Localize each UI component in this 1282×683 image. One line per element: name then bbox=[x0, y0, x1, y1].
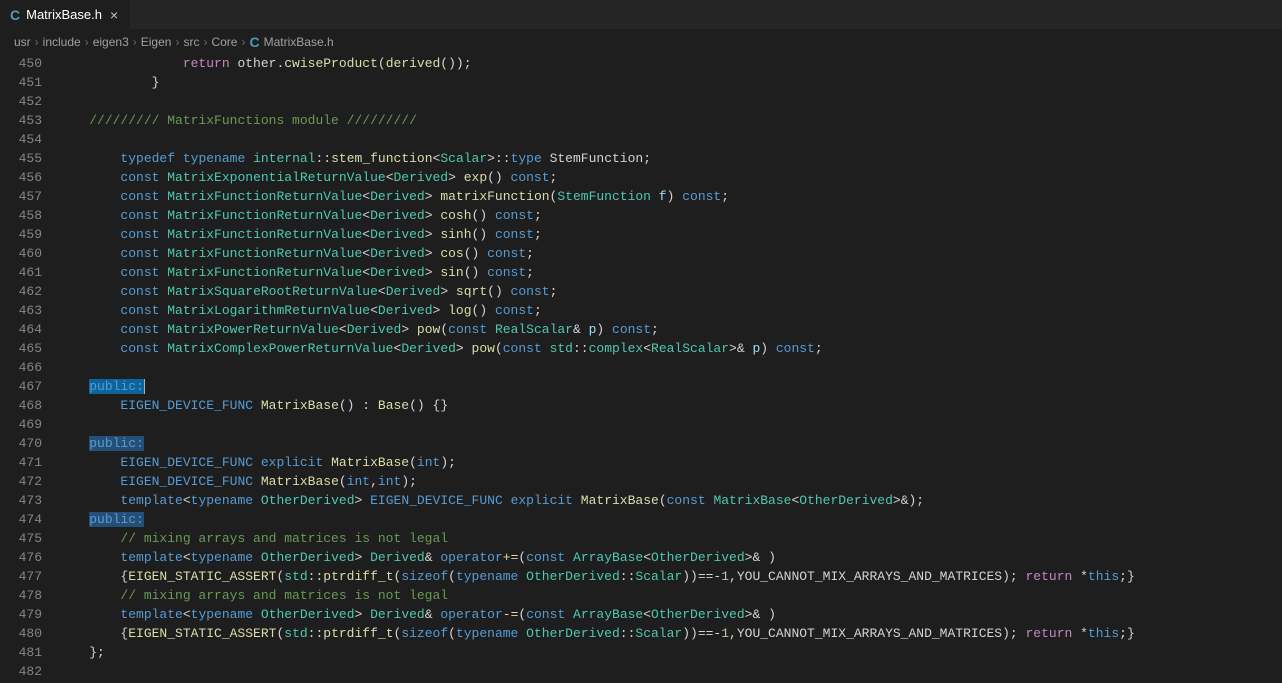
chevron-right-icon: › bbox=[85, 35, 89, 49]
code-editor[interactable]: 4504514524534544554564574584594604614624… bbox=[0, 54, 1282, 683]
code-content[interactable]: return other.cwiseProduct(derived()); } … bbox=[58, 54, 1282, 683]
tab-bar: C MatrixBase.h × bbox=[0, 0, 1282, 30]
c-file-icon: C bbox=[249, 34, 259, 50]
breadcrumb-item[interactable]: usr bbox=[14, 35, 31, 49]
breadcrumb-item[interactable]: include bbox=[43, 35, 81, 49]
breadcrumb-item[interactable]: MatrixBase.h bbox=[264, 35, 334, 49]
chevron-right-icon: › bbox=[203, 35, 207, 49]
tab-title: MatrixBase.h bbox=[26, 7, 102, 22]
breadcrumb[interactable]: usr › include › eigen3 › Eigen › src › C… bbox=[0, 30, 1282, 54]
chevron-right-icon: › bbox=[35, 35, 39, 49]
tab-active[interactable]: C MatrixBase.h × bbox=[0, 0, 130, 29]
line-gutter: 4504514524534544554564574584594604614624… bbox=[0, 54, 58, 683]
c-file-icon: C bbox=[10, 7, 20, 23]
chevron-right-icon: › bbox=[175, 35, 179, 49]
chevron-right-icon: › bbox=[241, 35, 245, 49]
breadcrumb-item[interactable]: Core bbox=[211, 35, 237, 49]
breadcrumb-item[interactable]: eigen3 bbox=[93, 35, 129, 49]
breadcrumb-item[interactable]: Eigen bbox=[141, 35, 172, 49]
breadcrumb-item[interactable]: src bbox=[183, 35, 199, 49]
chevron-right-icon: › bbox=[133, 35, 137, 49]
close-icon[interactable]: × bbox=[108, 7, 120, 23]
